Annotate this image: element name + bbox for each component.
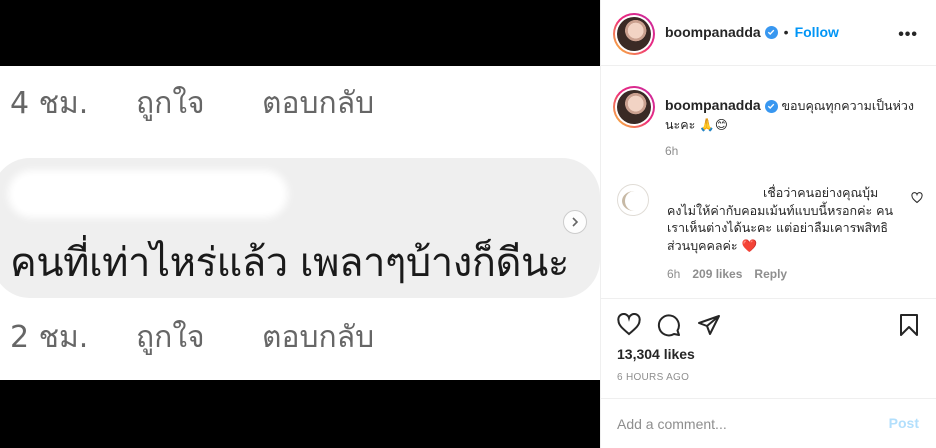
- screenshot-time: 2 ชม.: [10, 320, 89, 355]
- comment-text-line1: เชื่อว่าคนอย่างคุณบุ้ม: [763, 185, 879, 200]
- screenshot-reply-label: ตอบกลับ: [262, 320, 375, 355]
- header-user: boompanadda • Follow: [665, 24, 839, 40]
- post-header: boompanadda • Follow •••: [601, 0, 936, 66]
- post-actions: 13,304 likes 6 HOURS AGO: [601, 298, 936, 398]
- post-time-ago[interactable]: 6 HOURS AGO: [617, 372, 689, 383]
- follow-button[interactable]: Follow: [795, 24, 839, 40]
- screenshot-like-label: ถูกใจ: [136, 86, 205, 121]
- post-sidebar: boompanadda • Follow ••• boompanadda ขอบ…: [600, 0, 936, 448]
- caption-avatar[interactable]: [613, 86, 655, 128]
- verified-badge-icon: [764, 25, 778, 39]
- chevron-right-icon: [572, 217, 579, 227]
- comment-time[interactable]: 6h: [667, 267, 680, 281]
- comment-meta: 6h 209 likes Reply: [667, 267, 787, 281]
- screenshot-reply-label: ตอบกลับ: [262, 86, 375, 121]
- comment-like-heart-icon[interactable]: [911, 192, 923, 204]
- action-icons: [617, 313, 721, 337]
- share-icon[interactable]: [697, 313, 721, 337]
- caption-text-block: boompanadda ขอบคุณทุกความเป็นห่วงนะคะ 🙏😊: [665, 96, 915, 134]
- post-media[interactable]: 4 ชม. ถูกใจ ตอบกลับ คนที่เท่าไหร่แล้ว เพ…: [0, 0, 600, 448]
- verified-badge-icon: [764, 99, 778, 113]
- redacted-username: [14, 176, 282, 212]
- post-likes-count[interactable]: 13,304 likes: [617, 346, 695, 362]
- comment-text: เชื่อว่าคนอย่างคุณบุ้ม คงไม่ให้ค่ากับคอม…: [667, 184, 907, 254]
- heart-icon[interactable]: [617, 313, 641, 337]
- add-comment-input[interactable]: [617, 413, 857, 435]
- separator-dot: •: [783, 24, 789, 40]
- avatar[interactable]: [613, 13, 655, 55]
- add-comment-bar: Post: [601, 398, 936, 448]
- comment-avatar[interactable]: [617, 184, 649, 216]
- header-username[interactable]: boompanadda: [665, 24, 761, 40]
- comment-icon[interactable]: [657, 313, 681, 337]
- caption-time[interactable]: 6h: [665, 144, 678, 158]
- more-options-icon[interactable]: •••: [898, 26, 918, 44]
- caption-username[interactable]: boompanadda: [665, 97, 761, 113]
- screenshot-comment-text: คนที่เท่าไหร่แล้ว เพลาๆบ้างก็ดีนะ: [10, 240, 569, 286]
- comment-text-rest: คงไม่ให้ค่ากับคอมเม้นท์แบบนี้หรอกค่ะ คนเ…: [667, 202, 894, 253]
- reply-button[interactable]: Reply: [754, 267, 787, 281]
- bookmark-icon[interactable]: [897, 313, 921, 337]
- screenshot-time: 4 ชม.: [10, 86, 89, 121]
- post-comment-button[interactable]: Post: [889, 415, 919, 431]
- screenshot-like-label: ถูกใจ: [136, 320, 205, 355]
- comment-likes[interactable]: 209 likes: [692, 267, 742, 281]
- next-slide-button[interactable]: [563, 210, 587, 234]
- post-image: 4 ชม. ถูกใจ ตอบกลับ คนที่เท่าไหร่แล้ว เพ…: [0, 66, 600, 380]
